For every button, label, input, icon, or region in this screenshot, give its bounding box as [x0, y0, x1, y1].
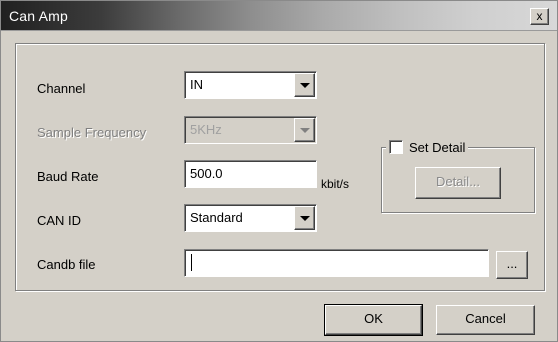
set-detail-checkbox[interactable]	[389, 140, 403, 154]
set-detail-label[interactable]: Set Detail	[409, 140, 465, 155]
channel-select[interactable]: IN	[184, 71, 317, 99]
detail-button[interactable]: Detail...	[415, 167, 501, 199]
window-title: Can Amp	[9, 8, 68, 24]
baud-rate-unit: kbit/s	[321, 177, 350, 191]
can-id-value: Standard	[190, 210, 243, 225]
sample-frequency-select[interactable]: 5KHz	[184, 116, 317, 144]
browse-label: ...	[506, 256, 518, 271]
candb-file-input[interactable]	[184, 249, 489, 277]
chevron-down-icon	[300, 83, 310, 88]
detail-button-label: Detail...	[435, 174, 481, 189]
baud-rate-value: 500.0	[190, 166, 223, 181]
close-button[interactable]: x	[530, 8, 549, 25]
cancel-button-label: Cancel	[465, 311, 506, 326]
sample-frequency-dropdown-button[interactable]	[294, 118, 315, 142]
sample-frequency-value: 5KHz	[190, 122, 222, 137]
ok-button-label: OK	[364, 311, 383, 326]
channel-value: IN	[190, 77, 203, 92]
baud-rate-label: Baud Rate	[37, 169, 99, 184]
sample-frequency-label: Sample Frequency	[37, 125, 147, 140]
chevron-down-icon	[300, 128, 310, 133]
baud-rate-input[interactable]: 500.0	[184, 160, 317, 188]
ok-button[interactable]: OK	[324, 304, 423, 336]
can-id-select[interactable]: Standard	[184, 204, 317, 232]
browse-button[interactable]: ...	[496, 251, 528, 279]
close-icon: x	[536, 9, 543, 23]
can-amp-dialog: Can Amp x Channel IN Sample Frequency 5K…	[0, 0, 558, 342]
channel-label: Channel	[37, 81, 86, 96]
can-id-label: CAN ID	[37, 213, 82, 228]
candb-file-label: Candb file	[37, 257, 96, 272]
can-id-dropdown-button[interactable]	[294, 206, 315, 230]
title-bar[interactable]: Can Amp x	[1, 1, 557, 31]
cancel-button[interactable]: Cancel	[436, 305, 535, 335]
channel-dropdown-button[interactable]	[294, 73, 315, 97]
set-detail-legend: Set Detail	[386, 138, 469, 156]
text-cursor	[191, 254, 192, 271]
chevron-down-icon	[300, 216, 310, 221]
